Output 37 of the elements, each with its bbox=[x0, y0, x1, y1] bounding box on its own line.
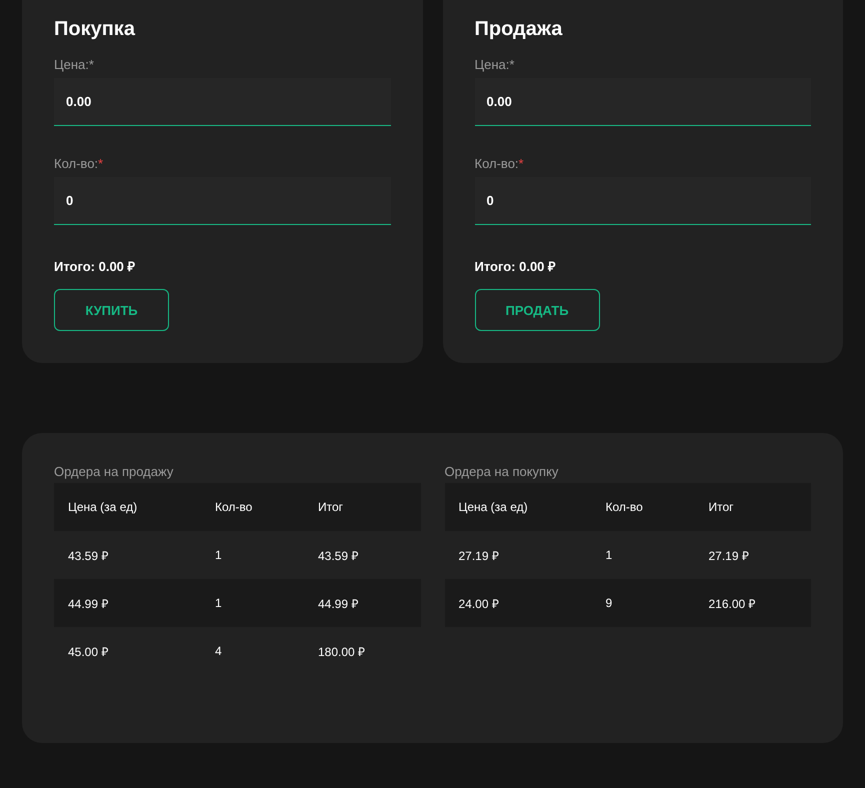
table-cell: 9 bbox=[606, 596, 612, 610]
column-header: Цена (за ед) bbox=[458, 500, 528, 514]
table-cell-text: 27.19 ₽ bbox=[708, 548, 749, 564]
table-cell-text: 43.59 ₽ bbox=[318, 548, 358, 564]
input-field[interactable]: 0.00 bbox=[474, 78, 811, 126]
table-cell-text: 45.00 ₽ bbox=[68, 644, 108, 660]
field-label: Цена:* bbox=[474, 57, 514, 72]
table-cell-text: 27.19 ₽ bbox=[458, 548, 499, 564]
total-text: Итого: 0.00 ₽ bbox=[54, 258, 136, 275]
table-cell-text: 24.00 ₽ bbox=[458, 596, 499, 612]
table-title: Ордера на продажу bbox=[54, 464, 174, 479]
table-cell-text: 43.59 ₽ bbox=[68, 548, 108, 564]
column-header: Цена (за ед) bbox=[68, 500, 138, 514]
table-title: Ордера на покупку bbox=[444, 464, 558, 479]
field-label: Цена:* bbox=[54, 57, 94, 72]
card-title: Продажа bbox=[474, 18, 562, 41]
input-field[interactable]: 0.00 bbox=[54, 78, 390, 126]
column-header: Кол-во bbox=[215, 500, 252, 514]
column-header: Кол-во bbox=[606, 500, 643, 514]
input-field[interactable]: 0 bbox=[474, 177, 811, 225]
action-button[interactable]: ПРОДАТЬ bbox=[474, 289, 600, 331]
table-cell-text: 180.00 ₽ bbox=[318, 644, 366, 660]
table-cell-text: 44.99 ₽ bbox=[318, 596, 358, 612]
table-cell-text: 216.00 ₽ bbox=[708, 596, 756, 612]
table-cell: 1 bbox=[215, 548, 222, 562]
table-cell-text: 44.99 ₽ bbox=[68, 596, 108, 612]
table-cell: 1 bbox=[606, 548, 612, 562]
column-header: Итог bbox=[708, 500, 734, 514]
field-label: Кол-во:* bbox=[474, 156, 524, 171]
card-title: Покупка bbox=[54, 18, 135, 41]
table-cell: 4 bbox=[215, 644, 222, 658]
column-header: Итог bbox=[318, 500, 344, 514]
input-field[interactable]: 0 bbox=[54, 177, 390, 225]
total-text: Итого: 0.00 ₽ bbox=[474, 258, 556, 275]
table-cell: 1 bbox=[215, 596, 222, 610]
action-button[interactable]: КУПИТЬ bbox=[54, 289, 169, 331]
field-label: Кол-во:* bbox=[54, 156, 104, 171]
